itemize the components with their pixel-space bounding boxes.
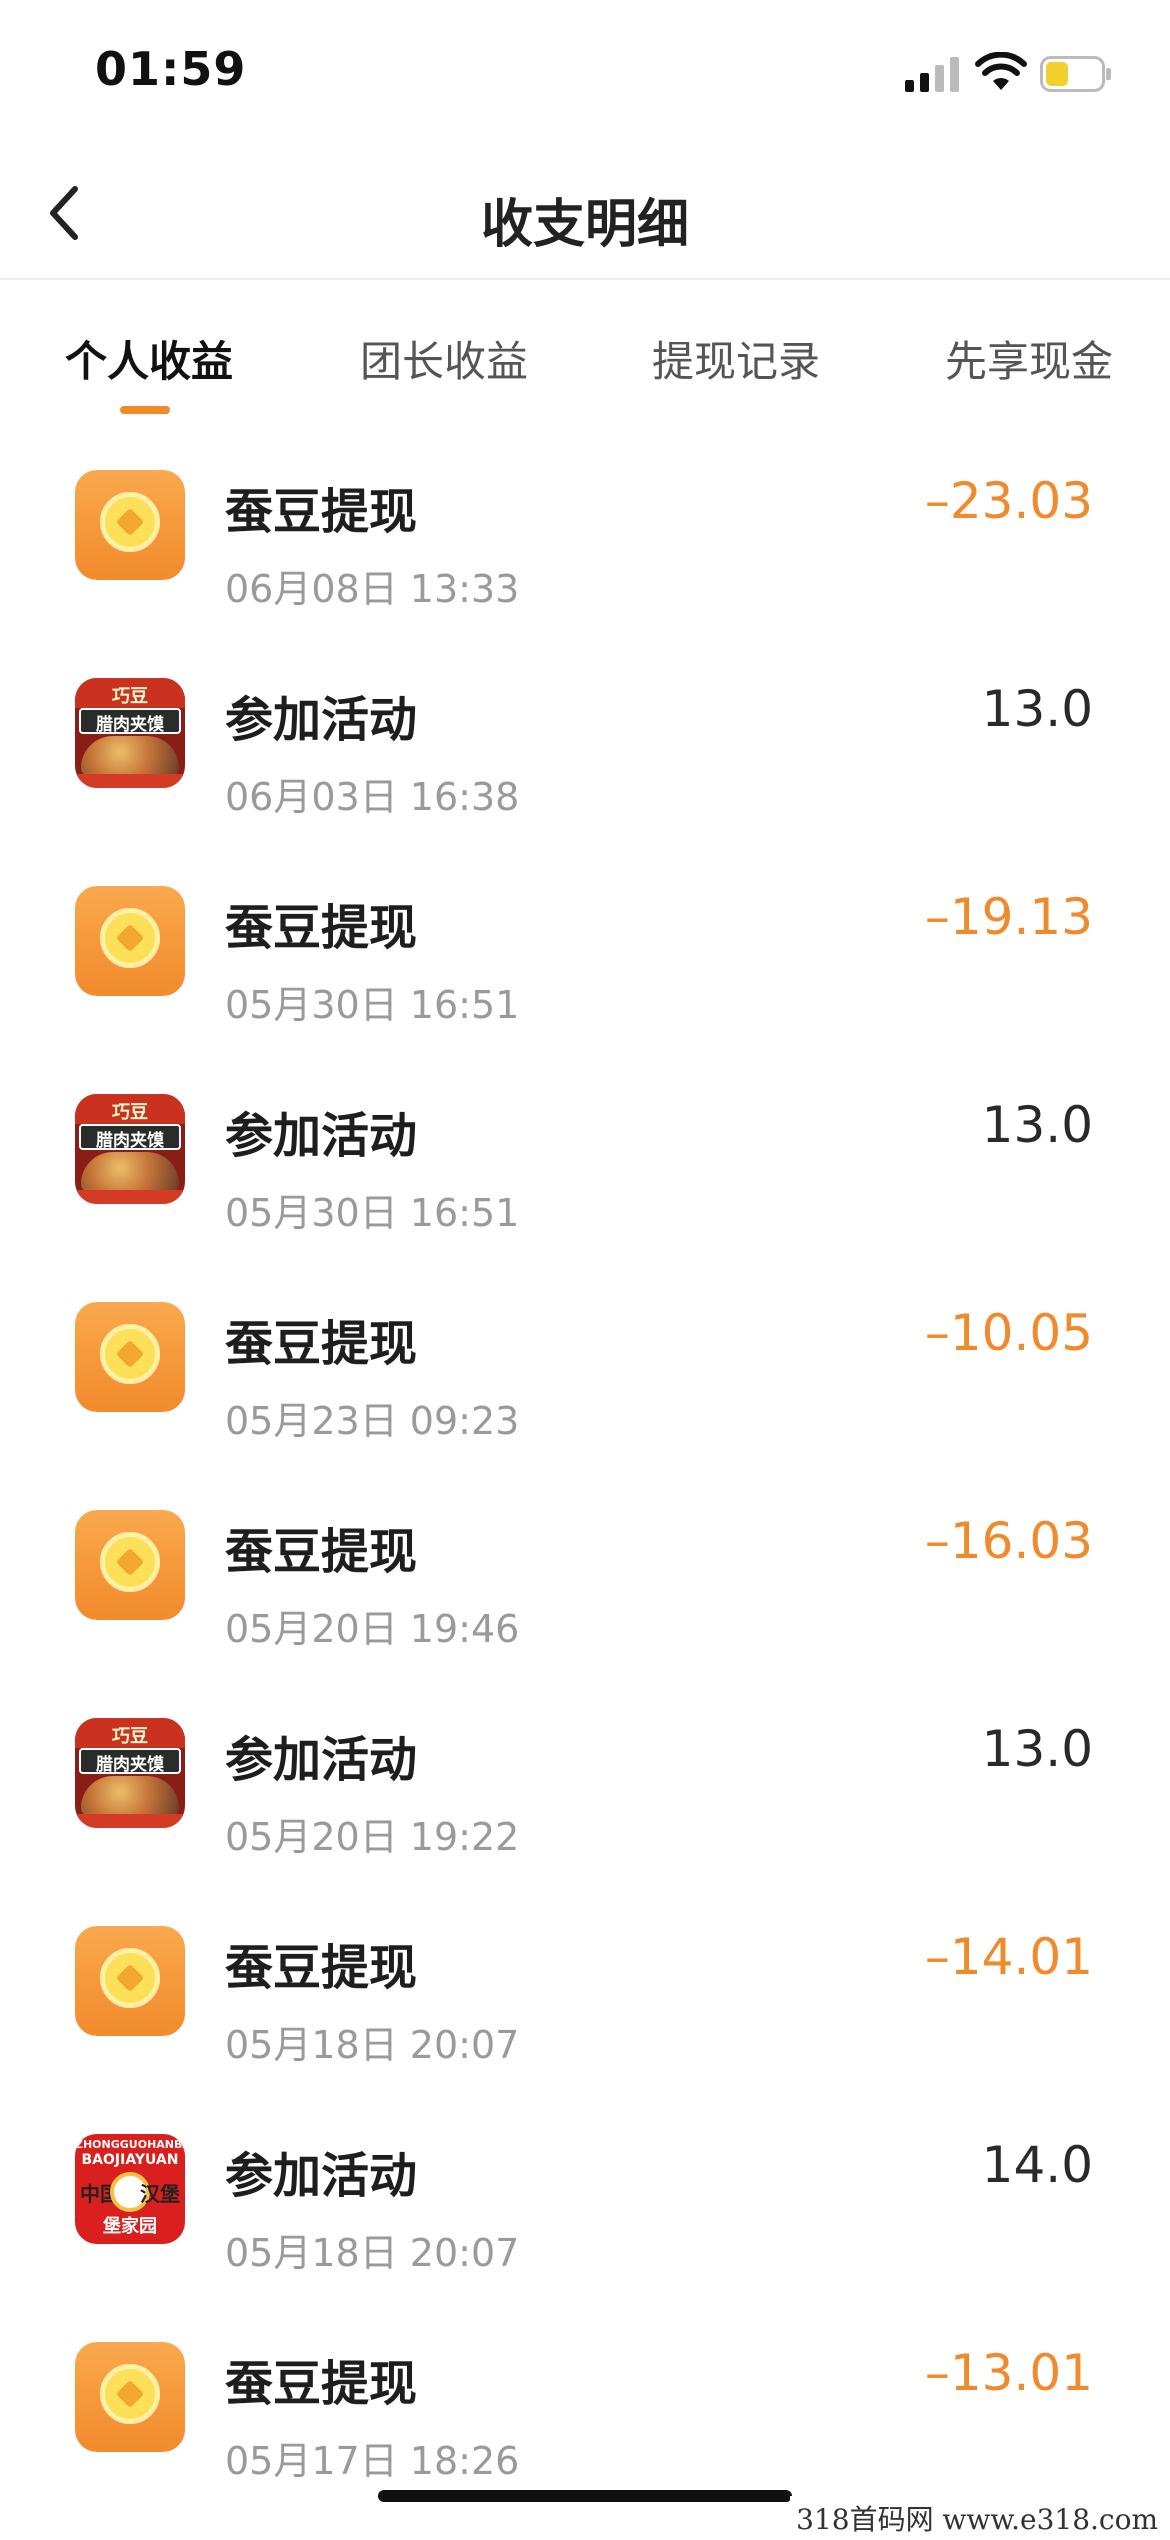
list-item[interactable]: 巧豆腊肉夹馍 参加活动 06月03日 16:38 13.0: [0, 658, 1170, 866]
food-shop-brand: 巧豆: [112, 1726, 148, 1747]
item-amount: 13.0: [981, 680, 1093, 738]
item-title: 参加活动: [225, 1108, 418, 1164]
active-tab-indicator: [120, 406, 170, 414]
item-title: 蚕豆提现: [225, 2356, 418, 2412]
page-title: 收支明细: [480, 195, 689, 255]
coin-icon: [75, 886, 185, 996]
food-shop-dish: 腊肉夹馍: [96, 1131, 164, 1151]
coin-icon: [75, 1302, 185, 1412]
list-item[interactable]: 蚕豆提现 05月20日 19:46 –16.03: [0, 1490, 1170, 1698]
item-time: 05月20日 19:46: [225, 1607, 520, 1651]
tab-pre-enjoy-cash[interactable]: 先享现金: [945, 328, 1113, 389]
item-title: 蚕豆提现: [225, 1940, 418, 1996]
food-shop-dish: 腊肉夹馍: [96, 1755, 164, 1775]
burger-shop-name: BAOJIAYUAN: [81, 2152, 179, 2168]
list-item[interactable]: 巧豆腊肉夹馍 参加活动 05月30日 16:51 13.0: [0, 1074, 1170, 1282]
food-shop-icon: 巧豆 腊肉夹馍: [75, 678, 185, 788]
item-time: 06月08日 13:33: [225, 567, 520, 611]
food-shop-icon: 巧豆 腊肉夹馍: [75, 1094, 185, 1204]
list-item[interactable]: 蚕豆提现 05月23日 09:23 –10.05: [0, 1282, 1170, 1490]
home-indicator[interactable]: [378, 2490, 792, 2502]
status-bar: 01:59: [0, 0, 1170, 150]
food-shop-brand: 巧豆: [112, 1102, 148, 1123]
battery-icon: [1040, 56, 1111, 92]
food-shop-dish: 腊肉夹馍: [96, 715, 164, 735]
list-item[interactable]: 蚕豆提现 06月08日 13:33 –23.03: [0, 450, 1170, 658]
tab-withdrawal-records[interactable]: 提现记录: [652, 328, 820, 389]
burger-shop-top: ZHONGGUOHANBAO: [75, 2138, 185, 2151]
item-amount: –10.05: [924, 1304, 1093, 1362]
item-amount: 14.0: [981, 2136, 1093, 2194]
item-time: 05月17日 18:26: [225, 2439, 520, 2483]
item-time: 05月18日 20:07: [225, 2231, 520, 2275]
item-title: 参加活动: [225, 692, 418, 748]
item-title: 蚕豆提现: [225, 1316, 418, 1372]
item-amount: –23.03: [924, 472, 1093, 530]
item-amount: 13.0: [981, 1720, 1093, 1778]
item-amount: –19.13: [924, 888, 1093, 946]
list-item[interactable]: 巧豆腊肉夹馍 参加活动 05月20日 19:22 13.0: [0, 1698, 1170, 1906]
burger-shop-icon: ZHONGGUOHANBAO BAOJIAYUAN 中国 汉堡 堡家园: [75, 2134, 185, 2244]
wifi-icon: [975, 52, 1027, 90]
item-time: 05月23日 09:23: [225, 1399, 520, 1443]
item-time: 05月18日 20:07: [225, 2023, 520, 2067]
item-time: 06月03日 16:38: [225, 775, 520, 819]
item-amount: –13.01: [924, 2344, 1093, 2402]
coin-icon: [75, 1926, 185, 2036]
item-amount: 13.0: [981, 1096, 1093, 1154]
item-title: 蚕豆提现: [225, 484, 418, 540]
item-title: 参加活动: [225, 2148, 418, 2204]
item-time: 05月20日 19:22: [225, 1815, 520, 1859]
item-title: 蚕豆提现: [225, 1524, 418, 1580]
coin-icon: [75, 2342, 185, 2452]
cellular-signal-icon: [905, 57, 959, 92]
coin-icon: [75, 470, 185, 580]
item-amount: –14.01: [924, 1928, 1093, 1986]
item-time: 05月30日 16:51: [225, 983, 520, 1027]
burger-shop-right: 汉堡: [140, 2182, 180, 2206]
item-amount: –16.03: [924, 1512, 1093, 1570]
status-time: 01:59: [95, 42, 247, 96]
watermark: 318首码网 www.e318.com: [790, 2496, 1164, 2540]
list-item[interactable]: 蚕豆提现 05月30日 16:51 –19.13: [0, 866, 1170, 1074]
transaction-list: 蚕豆提现 06月08日 13:33 –23.03 巧豆 腊肉夹馍 参加活动 06月…: [0, 450, 1170, 2530]
coin-icon: [75, 1510, 185, 1620]
food-shop-brand: 巧豆: [112, 686, 148, 707]
tab-personal-earnings[interactable]: 个人收益: [65, 328, 233, 389]
navigation-bar: 收支明细: [0, 150, 1170, 280]
item-title: 参加活动: [225, 1732, 418, 1788]
tab-leader-earnings[interactable]: 团长收益: [360, 328, 528, 389]
item-time: 05月30日 16:51: [225, 1191, 520, 1235]
list-item[interactable]: 蚕豆提现 05月18日 20:07 –14.01: [0, 1906, 1170, 2114]
list-item[interactable]: ZHONGGUOHANBAO BAOJIAYUAN 中国 汉堡 堡家园 参加活动…: [0, 2114, 1170, 2322]
item-title: 蚕豆提现: [225, 900, 418, 956]
tab-bar: 个人收益 团长收益 提现记录 先享现金: [0, 280, 1170, 430]
food-shop-icon: 巧豆 腊肉夹馍: [75, 1718, 185, 1828]
burger-shop-bottom: 堡家园: [103, 2216, 157, 2237]
